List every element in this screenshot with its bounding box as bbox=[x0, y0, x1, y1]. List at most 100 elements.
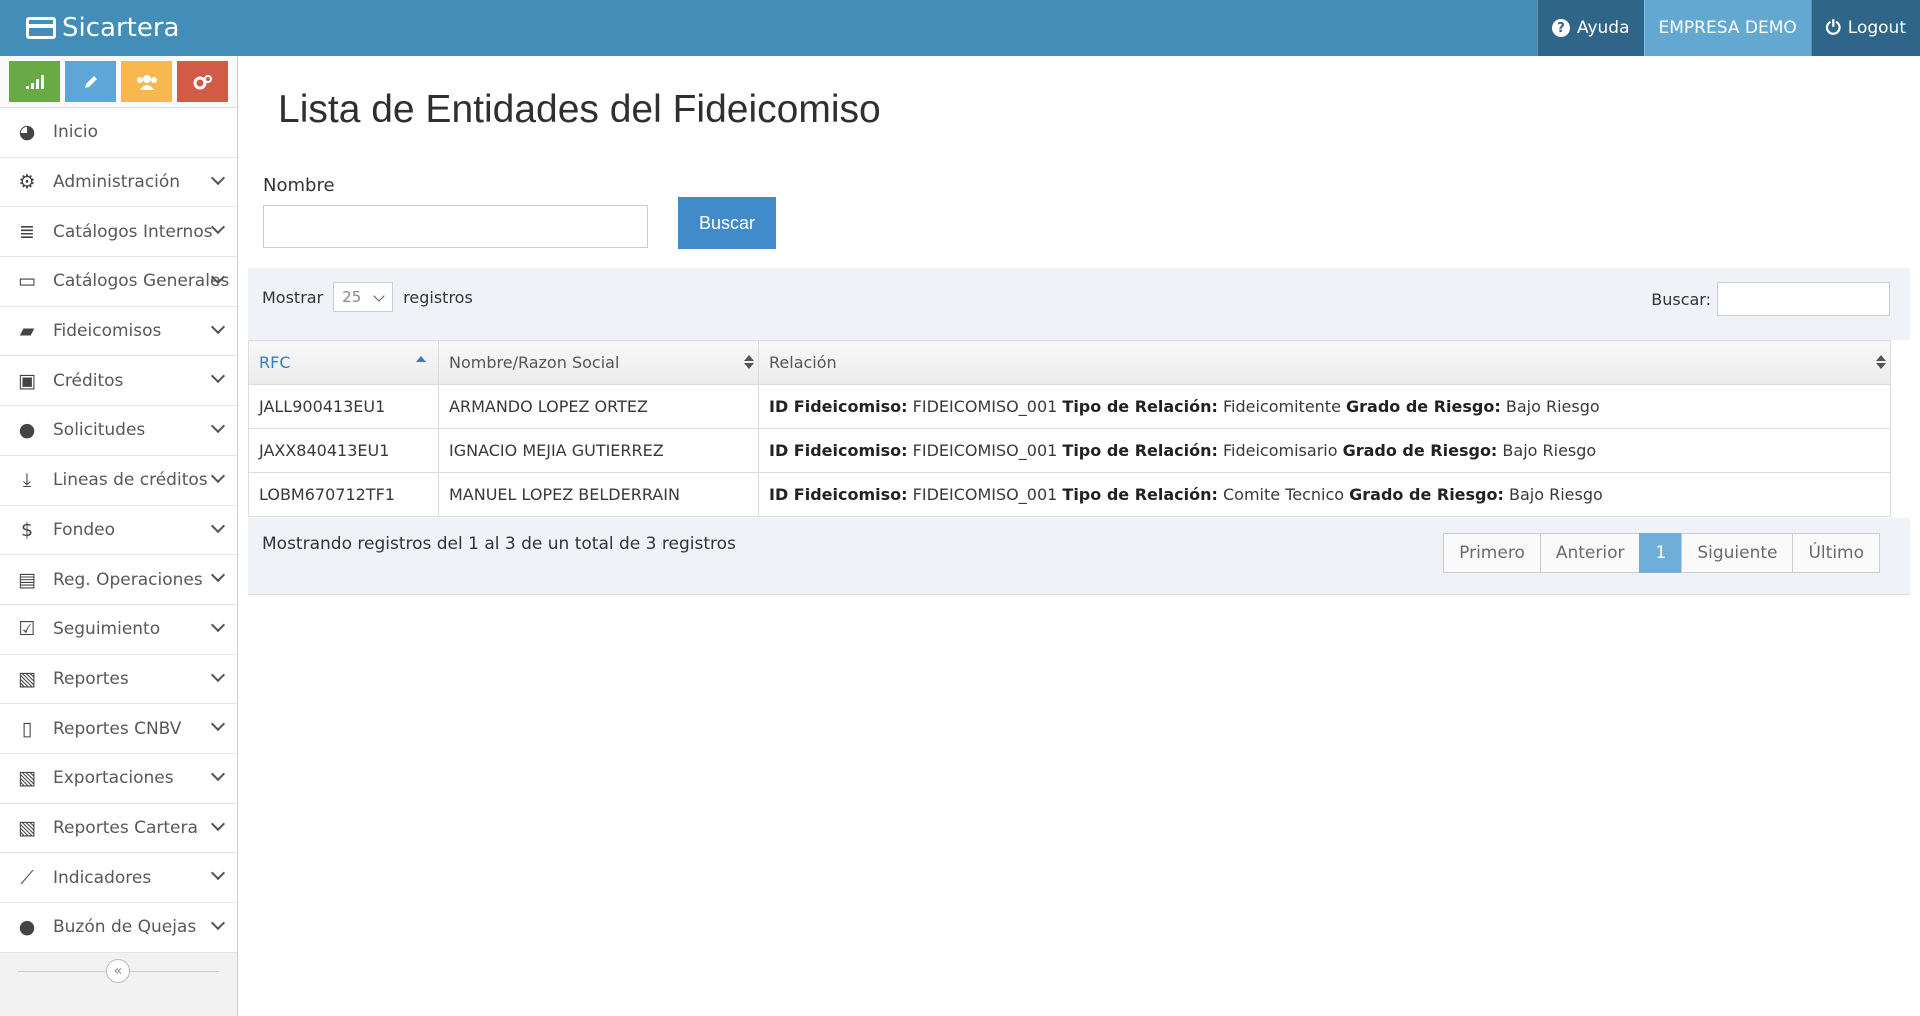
sidebar-item-label: Fideicomisos bbox=[53, 321, 162, 342]
comment-icon: ● bbox=[18, 916, 36, 939]
sidebar-item-label: Indicadores bbox=[53, 867, 152, 888]
sidebar-item[interactable]: ▰ Fideicomisos bbox=[0, 306, 237, 357]
dollar-icon: $ bbox=[20, 518, 34, 541]
name-cell: IGNACIO MEJIA GUTIERREZ bbox=[438, 428, 759, 473]
table-header-row: RFC Nombre/Razon Social Relación bbox=[248, 340, 1891, 385]
sidebar-item[interactable]: ⚙ Administración bbox=[0, 157, 237, 208]
cogs-icon[interactable] bbox=[177, 61, 228, 102]
rfc-cell: JAXX840413EU1 bbox=[248, 428, 439, 473]
chevron-down-icon bbox=[210, 419, 226, 434]
pagination-first[interactable]: Primero bbox=[1443, 533, 1541, 573]
table-search-input[interactable] bbox=[1717, 282, 1890, 316]
sidebar-item[interactable]: ▧ Exportaciones bbox=[0, 753, 237, 804]
table-row[interactable]: LOBM670712TF1 MANUEL LOPEZ BELDERRAIN ID F… bbox=[248, 472, 1891, 517]
sidebar-item[interactable]: $ Fondeo bbox=[0, 505, 237, 556]
company-menu[interactable]: EMPRESA DEMO bbox=[1643, 0, 1811, 56]
rfc-cell: JALL900413EU1 bbox=[248, 384, 439, 429]
relation-risk-label: Grado de Riesgo: bbox=[1349, 485, 1504, 504]
pagination-last[interactable]: Último bbox=[1792, 533, 1880, 573]
signal-icon[interactable] bbox=[9, 61, 60, 102]
name-cell: ARMANDO LOPEZ ORTEZ bbox=[438, 384, 759, 429]
chevron-down-icon bbox=[210, 617, 226, 632]
sidebar-item[interactable]: ⤓ Lineas de créditos bbox=[0, 455, 237, 506]
double-chevron-left-icon[interactable]: « bbox=[106, 958, 130, 983]
sidebar-collapse-bar: « bbox=[0, 953, 237, 989]
chevron-down-icon bbox=[210, 319, 226, 334]
file-excel-icon: ▧ bbox=[18, 667, 36, 690]
download-icon: ⤓ bbox=[22, 469, 32, 492]
table-row[interactable]: JAXX840413EU1 IGNACIO MEJIA GUTIERREZ ID F… bbox=[248, 428, 1891, 473]
pencil-icon[interactable] bbox=[65, 61, 116, 102]
company-label: EMPRESA DEMO bbox=[1658, 18, 1797, 38]
pagination: Primero Anterior 1 Siguiente Último bbox=[1443, 533, 1880, 573]
sidebar-item-label: Lineas de créditos bbox=[53, 470, 208, 491]
search-button[interactable]: Buscar bbox=[678, 197, 776, 249]
column-header-rfc[interactable]: RFC bbox=[248, 340, 439, 385]
sidebar-item[interactable]: ☑ Seguimiento bbox=[0, 604, 237, 655]
table-info: Mostrando registros del 1 al 3 de un tot… bbox=[262, 534, 736, 554]
table-body: JALL900413EU1 ARMANDO LOPEZ ORTEZ ID Fidei… bbox=[248, 384, 1891, 517]
pagination-next[interactable]: Siguiente bbox=[1681, 533, 1794, 573]
logout-link[interactable]: ⏻ Logout bbox=[1810, 0, 1920, 56]
brand[interactable]: Sicartera bbox=[26, 0, 179, 56]
users-icon[interactable] bbox=[121, 61, 172, 102]
sidebar-item[interactable]: ▧ Reportes Cartera bbox=[0, 803, 237, 854]
name-cell: MANUEL LOPEZ BELDERRAIN bbox=[438, 472, 759, 517]
sidebar-item[interactable]: ▭ Catálogos Generales bbox=[0, 257, 237, 307]
desktop-icon: ▭ bbox=[18, 270, 36, 293]
sidebar-item-label: Solicitudes bbox=[53, 420, 146, 441]
table-row[interactable]: JALL900413EU1 ARMANDO LOPEZ ORTEZ ID Fidei… bbox=[248, 384, 1891, 429]
top-navbar: Sicartera ? Ayuda EMPRESA DEMO ⏻ Logout bbox=[0, 0, 1920, 56]
chevron-down-icon bbox=[210, 468, 226, 483]
sidebar-item[interactable]: ▧ Reportes bbox=[0, 654, 237, 705]
page-length-select[interactable]: 25 bbox=[333, 282, 394, 312]
name-input[interactable] bbox=[263, 205, 648, 248]
sidebar-item-label: Fondeo bbox=[53, 519, 115, 540]
column-header-relation[interactable]: Relación bbox=[758, 340, 1891, 385]
chevron-down-icon bbox=[210, 717, 226, 732]
check-square-icon: ☑ bbox=[18, 618, 36, 641]
sidebar: ◕ Inicio ⚙ Administración ≣ Catálogos Interno… bbox=[0, 56, 238, 1016]
pagination-current-page[interactable]: 1 bbox=[1639, 533, 1683, 573]
user-icon: ● bbox=[18, 419, 36, 442]
pagination-previous[interactable]: Anterior bbox=[1539, 533, 1641, 573]
relation-cell: ID Fideicomiso: FIDEICOMISO_001 Tipo de … bbox=[758, 428, 1891, 473]
page-length-value: 25 bbox=[342, 288, 362, 306]
relation-type-value: Fideicomisario bbox=[1223, 441, 1338, 460]
sidebar-item[interactable]: ▤ Reg. Operaciones bbox=[0, 555, 237, 605]
brand-name: Sicartera bbox=[62, 13, 180, 43]
cogs-icon: ⚙ bbox=[18, 171, 36, 194]
table-search-label: Buscar: bbox=[1651, 289, 1711, 309]
page-length-control: Mostrar 25 registros bbox=[262, 282, 473, 312]
relation-id-label: ID Fideicomiso: bbox=[769, 397, 908, 416]
help-link[interactable]: ? Ayuda bbox=[1536, 0, 1644, 56]
line-chart-icon: ⟋ bbox=[20, 866, 34, 889]
column-header-label: Relación bbox=[769, 353, 837, 372]
sidebar-item[interactable]: ≣ Catálogos Internos bbox=[0, 207, 237, 258]
dashboard-icon: ◕ bbox=[18, 121, 36, 144]
records-label: registros bbox=[403, 287, 473, 307]
relation-type-value: Fideicomitente bbox=[1223, 397, 1341, 416]
file-excel-icon: ▧ bbox=[18, 816, 36, 839]
sidebar-item-label: Buzón de Quejas bbox=[53, 917, 197, 938]
sidebar-item-label: Reportes bbox=[53, 668, 129, 689]
sidebar-item[interactable]: ● Buzón de Quejas bbox=[0, 903, 237, 953]
chevron-down-icon bbox=[210, 816, 226, 831]
file-excel-icon: ▧ bbox=[18, 767, 36, 790]
sidebar-item[interactable]: ⟋ Indicadores bbox=[0, 853, 237, 903]
sidebar-item[interactable]: ▯ Reportes CNBV bbox=[0, 704, 237, 754]
column-header-name[interactable]: Nombre/Razon Social bbox=[438, 340, 759, 385]
credit-card-icon bbox=[26, 17, 56, 39]
sidebar-item[interactable]: ● Solicitudes bbox=[0, 406, 237, 456]
relation-id-value: FIDEICOMISO_001 bbox=[912, 485, 1058, 504]
database-icon: ≣ bbox=[19, 220, 35, 243]
sidebar-item-label: Créditos bbox=[53, 370, 124, 391]
sidebar-item-label: Exportaciones bbox=[53, 768, 174, 789]
sidebar-item[interactable]: ◕ Inicio bbox=[0, 108, 237, 158]
table-search: Buscar: bbox=[1651, 282, 1890, 316]
relation-risk-label: Grado de Riesgo: bbox=[1346, 397, 1501, 416]
relation-id-label: ID Fideicomiso: bbox=[769, 485, 908, 504]
sidebar-item[interactable]: ▣ Créditos bbox=[0, 356, 237, 407]
rfc-cell: LOBM670712TF1 bbox=[248, 472, 439, 517]
show-label: Mostrar bbox=[262, 287, 324, 307]
